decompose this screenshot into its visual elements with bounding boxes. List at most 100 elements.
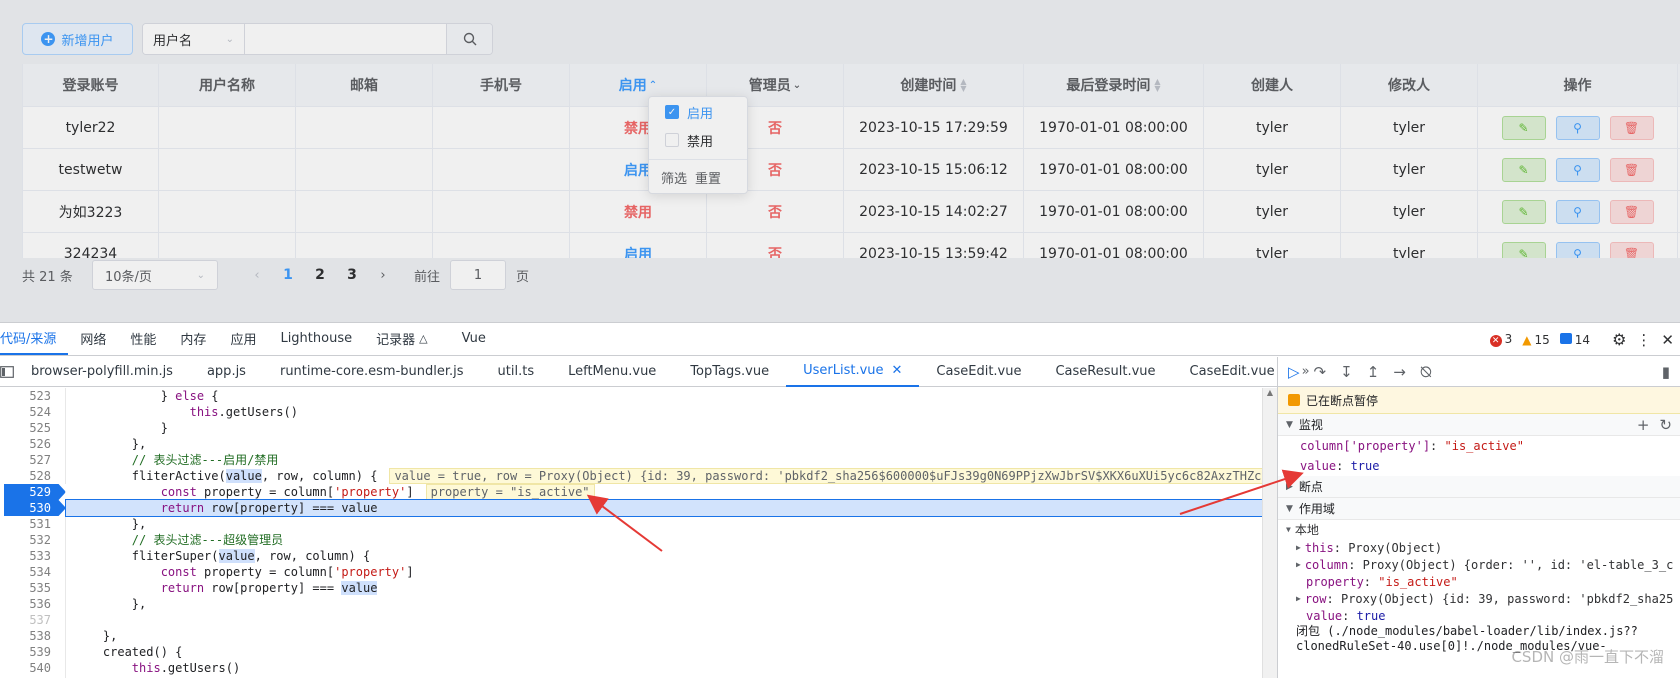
filter-reset-button[interactable]: 重置 [695, 168, 721, 187]
col-created-sort[interactable]: 创建时间 ▲ ▼ [844, 64, 1024, 106]
error-count[interactable]: ✕ 3 [1489, 332, 1512, 347]
scope-item[interactable]: ▶ column: Proxy(Object) {order: '', id: '… [1278, 556, 1680, 573]
reset-password-button[interactable]: ⚲ [1555, 199, 1600, 224]
line-number[interactable]: 540 [0, 660, 66, 676]
delete-button[interactable]: 🗑 [1609, 241, 1654, 258]
watch-item[interactable]: column['property']: "is_active" [1278, 436, 1680, 456]
tab-performance[interactable]: 性能 [118, 322, 168, 355]
watch-section-header[interactable]: ▼ 监视 + ↻ [1278, 414, 1680, 436]
breakpoint-marker[interactable]: 529 [4, 484, 66, 500]
line-number[interactable]: 527 [0, 452, 66, 468]
file-tab[interactable]: CaseEdit.vue [1173, 357, 1292, 387]
watch-item[interactable]: value: true [1278, 456, 1680, 476]
breakpoint-marker[interactable]: 530 [4, 500, 66, 516]
file-tab[interactable]: CaseEdit.vue [919, 357, 1038, 387]
step-out-icon[interactable]: ↥ [1367, 363, 1380, 381]
file-tab[interactable]: LeftMenu.vue [551, 357, 673, 387]
warning-count[interactable]: ▲ 15 [1522, 333, 1550, 347]
page-size-select[interactable]: 10条/页 ⌄ [92, 260, 218, 290]
search-input[interactable] [245, 24, 446, 54]
scope-section-header[interactable]: ▼ 作用域 [1278, 498, 1680, 520]
line-number[interactable]: 523 [0, 388, 66, 404]
scope-item[interactable]: property: "is_active" [1278, 573, 1680, 590]
next-page-button[interactable]: › [368, 268, 398, 283]
page-3[interactable]: 3 [336, 267, 368, 283]
file-tab[interactable]: util.ts [481, 357, 552, 387]
line-number[interactable]: 537 [0, 612, 66, 628]
reset-password-button[interactable]: ⚲ [1555, 157, 1600, 182]
step-icon[interactable]: → [1393, 363, 1406, 381]
page-2[interactable]: 2 [304, 267, 336, 283]
gear-icon[interactable]: ⚙ [1612, 330, 1626, 349]
line-number[interactable]: 534 [0, 564, 66, 580]
edit-button[interactable]: ✎ [1501, 115, 1546, 140]
scope-item[interactable]: ▶ this: Proxy(Object) [1278, 539, 1680, 556]
add-icon[interactable]: + [1637, 416, 1650, 434]
tab-sources[interactable]: 代码/来源 [0, 322, 69, 355]
step-over-icon[interactable]: ↷ [1314, 363, 1327, 381]
refresh-icon[interactable]: ↻ [1659, 416, 1672, 434]
checkbox-icon[interactable] [665, 133, 679, 147]
add-user-button[interactable]: + 新增用户 [22, 23, 133, 55]
breakpoints-section-header[interactable]: ▶ 断点 [1278, 476, 1680, 498]
edit-button[interactable]: ✎ [1501, 157, 1546, 182]
code-editor[interactable]: 523 } else {524 this.getUsers() 525 } 526 … [0, 388, 1262, 678]
line-number[interactable]: 532 [0, 532, 66, 548]
reset-password-button[interactable]: ⚲ [1555, 241, 1600, 258]
file-tab[interactable]: runtime-core.esm-bundler.js [263, 357, 481, 387]
line-number[interactable]: 524 [0, 404, 66, 420]
deactivate-breakpoints-icon[interactable]: ⦰ [1420, 363, 1432, 381]
message-count[interactable]: 14 [1559, 332, 1590, 347]
line-number[interactable]: 528 [0, 468, 66, 484]
goto-page-input[interactable]: 1 [450, 260, 507, 290]
file-tab[interactable]: UserList.vue ✕ [786, 357, 920, 387]
tab-recorder[interactable]: 记录器 △ [364, 322, 439, 355]
file-tab[interactable]: CaseResult.vue [1038, 357, 1172, 387]
tab-lighthouse[interactable]: Lighthouse [268, 322, 364, 355]
delete-button[interactable]: 🗑 [1609, 199, 1654, 224]
file-tab[interactable]: TopTags.vue [673, 357, 786, 387]
code-scrollbar[interactable]: ▲ [1262, 388, 1277, 678]
filter-option-enabled[interactable]: ✓ 启用 [649, 99, 747, 125]
filter-confirm-button[interactable]: 筛选 [661, 168, 687, 187]
resume-icon[interactable]: ▷ [1288, 363, 1300, 381]
line-number[interactable]: 536 [0, 596, 66, 612]
tab-vue[interactable]: Vue [440, 322, 498, 355]
filter-option-disabled[interactable]: 禁用 [649, 127, 747, 153]
file-tab[interactable]: browser-polyfill.min.js [14, 357, 190, 387]
edit-button[interactable]: ✎ [1501, 199, 1546, 224]
line-number[interactable]: 535 [0, 580, 66, 596]
scope-item[interactable]: value: true [1278, 607, 1680, 624]
more-vertical-icon[interactable]: ⋮ [1636, 331, 1651, 349]
step-into-icon[interactable]: ↧ [1340, 363, 1353, 381]
line-number[interactable]: 526 [0, 436, 66, 452]
edit-button[interactable]: ✎ [1501, 241, 1546, 258]
sidebar-toggle-icon[interactable] [0, 357, 14, 387]
scroll-up-icon[interactable]: ▲ [1263, 388, 1277, 397]
search-button[interactable] [446, 24, 492, 54]
line-number[interactable]: 538 [0, 628, 66, 644]
line-number[interactable]: 531 [0, 516, 66, 532]
search-field-select[interactable]: 用户名 ⌄ [143, 24, 245, 54]
tab-application[interactable]: 应用 [218, 322, 268, 355]
close-icon[interactable]: ✕ [1661, 331, 1674, 349]
prev-page-button[interactable]: ‹ [242, 268, 272, 283]
line-number[interactable]: 525 [0, 420, 66, 436]
scope-item[interactable]: ▶ row: Proxy(Object) {id: 39, password: '… [1278, 590, 1680, 607]
tab-memory[interactable]: 内存 [168, 322, 218, 355]
watch-value: "is_active" [1444, 439, 1524, 453]
checkbox-checked-icon[interactable]: ✓ [665, 105, 679, 119]
close-tab-icon[interactable]: ✕ [892, 363, 903, 378]
search-field-value: 用户名 [153, 33, 193, 49]
tab-network[interactable]: 网络 [68, 322, 118, 355]
scope-local-header[interactable]: ▼ 本地 [1278, 520, 1680, 539]
col-lastlogin-sort[interactable]: 最后登录时间 ▲ ▼ [1024, 64, 1204, 106]
line-number[interactable]: 539 [0, 644, 66, 660]
delete-button[interactable]: 🗑 [1609, 157, 1654, 182]
delete-button[interactable]: 🗑 [1609, 115, 1654, 140]
reset-password-button[interactable]: ⚲ [1555, 115, 1600, 140]
file-tab[interactable]: app.js [190, 357, 263, 387]
line-number[interactable]: 533 [0, 548, 66, 564]
page-1[interactable]: 1 [272, 267, 304, 283]
panel-toggle-icon[interactable]: ▮ [1662, 363, 1670, 381]
